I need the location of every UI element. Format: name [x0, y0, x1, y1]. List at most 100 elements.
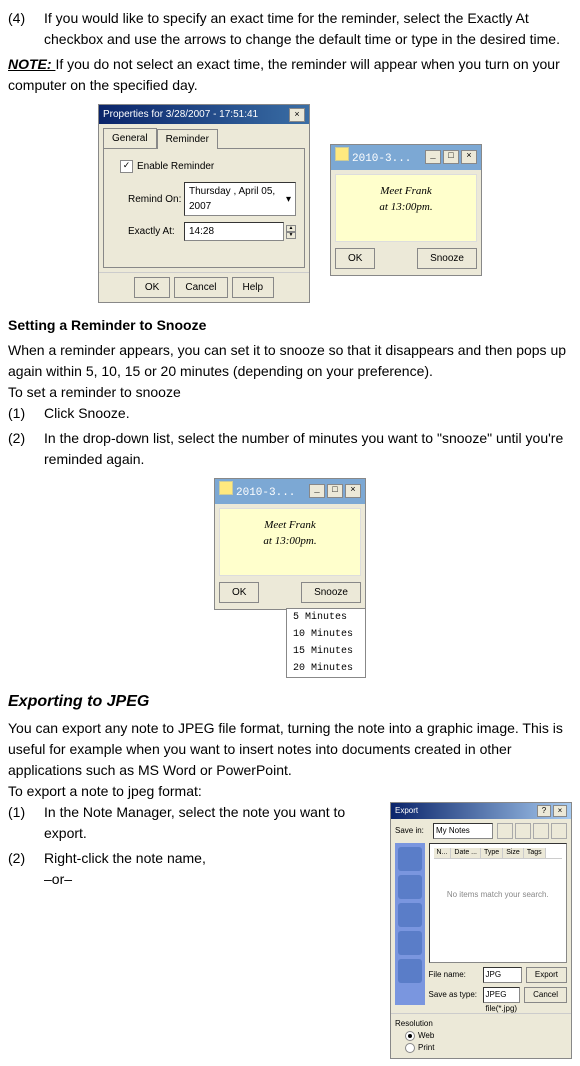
step-4: (4) If you would like to specify an exac…: [8, 8, 572, 50]
step-text-line: Right-click the note name,: [44, 850, 206, 866]
export-step-1: (1) In the Note Manager, select the note…: [8, 802, 370, 844]
ok-button[interactable]: OK: [219, 582, 259, 603]
ok-button[interactable]: OK: [134, 277, 170, 298]
cancel-button[interactable]: Cancel: [174, 277, 227, 298]
snooze-option-20[interactable]: 20 Minutes: [287, 660, 365, 677]
saveas-select[interactable]: JPEG file(*.jpg): [483, 987, 521, 1003]
snooze-option-10[interactable]: 10 Minutes: [287, 626, 365, 643]
savein-select[interactable]: My Notes: [433, 823, 493, 839]
close-icon[interactable]: ×: [345, 484, 361, 498]
ok-button[interactable]: OK: [335, 248, 375, 269]
help-icon[interactable]: ?: [537, 805, 551, 817]
step-text: In the Note Manager, select the note you…: [44, 802, 370, 844]
places-sidebar: [395, 843, 425, 1005]
remind-on-value: Thursday , April 05, 2007: [189, 184, 286, 214]
resolution-web[interactable]: Web: [405, 1030, 567, 1042]
savein-value: My Notes: [436, 826, 470, 835]
snooze-dropdown[interactable]: 5 Minutes 10 Minutes 15 Minutes 20 Minut…: [286, 608, 366, 678]
dropdown-icon[interactable]: ▾: [286, 192, 291, 207]
note-content: Meet Frank at 13:00pm.: [219, 508, 361, 576]
export-bottom: File name: JPG Export Save as type: JPEG…: [429, 967, 567, 1005]
filename-input[interactable]: JPG: [483, 967, 522, 983]
maximize-icon[interactable]: □: [443, 150, 459, 164]
remind-on-label: Remind On:: [128, 192, 184, 207]
help-button[interactable]: Help: [232, 277, 275, 298]
filename-label: File name:: [429, 969, 479, 981]
time-spinner[interactable]: ▲ ▼: [286, 225, 296, 239]
col-tags[interactable]: Tags: [524, 848, 546, 859]
export-button[interactable]: Export: [526, 967, 567, 983]
close-icon[interactable]: ×: [461, 150, 477, 164]
col-date[interactable]: Date ...: [451, 848, 481, 859]
tab-general[interactable]: General: [103, 128, 157, 148]
documents-icon[interactable]: [398, 903, 422, 927]
note-paragraph: NOTE: If you do not select an exact time…: [8, 54, 572, 96]
radio-icon[interactable]: [405, 1043, 415, 1053]
newfolder-icon[interactable]: [533, 823, 549, 839]
step-number: (2): [8, 848, 44, 890]
reminder-title: 2010-3...: [219, 481, 295, 502]
step-number: (1): [8, 403, 44, 424]
col-type[interactable]: Type: [481, 848, 503, 859]
close-icon[interactable]: ×: [289, 108, 305, 122]
minimize-icon[interactable]: _: [309, 484, 325, 498]
dialog-buttons: OK Cancel Help: [99, 272, 309, 302]
file-list[interactable]: N... Date ... Type Size Tags No items ma…: [429, 843, 567, 963]
col-size[interactable]: Size: [503, 848, 524, 859]
spinner-up-icon[interactable]: ▲: [286, 225, 296, 232]
radio-label: Print: [418, 1042, 434, 1054]
reminder-buttons: OK Snooze: [331, 246, 481, 275]
views-icon[interactable]: [551, 823, 567, 839]
export-step-2: (2) Right-click the note name, –or–: [8, 848, 370, 890]
cancel-button[interactable]: Cancel: [524, 987, 567, 1003]
minimize-icon[interactable]: _: [425, 150, 441, 164]
spinner-down-icon[interactable]: ▼: [286, 232, 296, 239]
export-dialog: Export ? × Save in: My Notes: [390, 802, 572, 1059]
export-heading: Exporting to JPEG: [8, 690, 572, 714]
toolbar-icons: [497, 823, 567, 839]
desktop-icon[interactable]: [398, 875, 422, 899]
enable-reminder-checkbox[interactable]: ✓ Enable Reminder: [120, 159, 296, 174]
maximize-icon[interactable]: □: [327, 484, 343, 498]
close-icon[interactable]: ×: [553, 805, 567, 817]
export-body: Save in: My Notes: [391, 819, 571, 1013]
dialog-titlebar: Properties for 3/28/2007 - 17:51:41 ×: [99, 105, 309, 124]
checkbox-icon[interactable]: ✓: [120, 160, 133, 173]
figures-row-2: 2010-3... _ □ × Meet Frank at 13:00pm. O…: [8, 478, 572, 678]
snooze-button[interactable]: Snooze: [301, 582, 361, 603]
reminder-titlebar: 2010-3... _ □ ×: [331, 145, 481, 170]
export-intro: To export a note to jpeg format:: [8, 781, 572, 802]
exactly-at-input[interactable]: 14:28: [184, 222, 284, 241]
tab-reminder[interactable]: Reminder: [157, 129, 218, 149]
remind-on-input[interactable]: Thursday , April 05, 2007 ▾: [184, 182, 296, 216]
saveas-label: Save as type:: [429, 989, 479, 1001]
reminder-title-text: 2010-3...: [236, 487, 295, 499]
tabs: General Reminder: [99, 124, 309, 148]
note-content: Meet Frank at 13:00pm.: [335, 174, 477, 242]
snooze-button[interactable]: Snooze: [417, 248, 477, 269]
step-text: Right-click the note name, –or–: [44, 848, 370, 890]
step-number: (1): [8, 802, 44, 844]
reminder-buttons: OK Snooze: [215, 580, 365, 609]
saveas-value: JPEG file(*.jpg): [486, 990, 518, 1013]
checkbox-label: Enable Reminder: [137, 159, 214, 174]
col-name[interactable]: N...: [434, 848, 452, 859]
up-icon[interactable]: [515, 823, 531, 839]
network-icon[interactable]: [398, 959, 422, 983]
export-steps: (1) In the Note Manager, select the note…: [8, 802, 370, 894]
radio-icon[interactable]: [405, 1031, 415, 1041]
recent-icon[interactable]: [398, 847, 422, 871]
back-icon[interactable]: [497, 823, 513, 839]
snooze-option-15[interactable]: 15 Minutes: [287, 643, 365, 660]
snooze-option-5[interactable]: 5 Minutes: [287, 609, 365, 626]
note-icon: [219, 481, 233, 495]
step-number: (2): [8, 428, 44, 470]
snooze-step-1: (1) Click Snooze.: [8, 403, 572, 424]
exactly-at-value: 14:28: [189, 224, 214, 239]
step-or: –or–: [44, 871, 72, 887]
snooze-heading: Setting a Reminder to Snooze: [8, 315, 572, 336]
resolution-print[interactable]: Print: [405, 1042, 567, 1054]
figures-row-1: Properties for 3/28/2007 - 17:51:41 × Ge…: [8, 104, 572, 303]
reminder-popup-snooze: 2010-3... _ □ × Meet Frank at 13:00pm. O…: [214, 478, 366, 610]
note-icon: [335, 147, 349, 161]
